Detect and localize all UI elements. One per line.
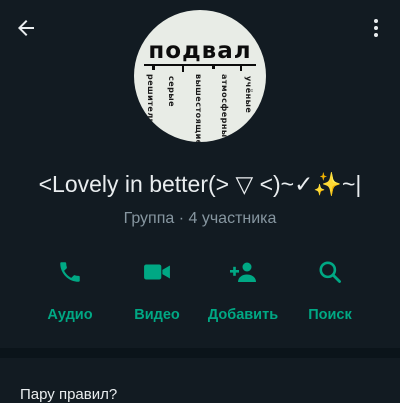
search-label: Поиск bbox=[308, 307, 352, 323]
group-name[interactable]: <Lovely in better(> ▽ <)~✓✨~| bbox=[0, 171, 400, 198]
group-avatar[interactable]: подвал решительные серые вышестоящие атм… bbox=[134, 10, 266, 142]
more-options-button[interactable] bbox=[364, 14, 388, 42]
back-button[interactable] bbox=[12, 14, 40, 42]
action-bar: Аудио Видео Добавить Поиск bbox=[0, 258, 400, 328]
search-button[interactable]: Поиск bbox=[287, 258, 373, 328]
avatar-word: атмосферные bbox=[220, 74, 229, 142]
avatar-word: серые bbox=[167, 76, 176, 108]
avatar-word: учёные bbox=[244, 76, 253, 114]
video-call-label: Видео bbox=[134, 307, 180, 323]
add-person-icon bbox=[230, 262, 256, 282]
avatar-word: вышестоящие bbox=[194, 74, 203, 142]
arrow-left-icon bbox=[18, 20, 34, 36]
phone-icon bbox=[60, 262, 80, 282]
section-divider bbox=[0, 348, 400, 358]
search-icon bbox=[319, 261, 341, 283]
add-member-label: Добавить bbox=[207, 307, 279, 323]
avatar-title: подвал bbox=[148, 38, 252, 64]
group-description-title[interactable]: Пару правил? bbox=[20, 386, 117, 403]
vertical-dots-icon bbox=[374, 19, 378, 37]
video-call-button[interactable]: Видео bbox=[114, 258, 200, 328]
add-member-button[interactable]: Добавить bbox=[200, 258, 286, 328]
avatar-drip-decoration bbox=[144, 64, 256, 72]
group-members-count: Группа · 4 участника bbox=[123, 210, 277, 227]
audio-call-label: Аудио bbox=[47, 307, 93, 323]
audio-call-button[interactable]: Аудио bbox=[27, 258, 113, 328]
video-camera-icon bbox=[144, 264, 170, 280]
avatar-word: решительные bbox=[146, 74, 155, 142]
